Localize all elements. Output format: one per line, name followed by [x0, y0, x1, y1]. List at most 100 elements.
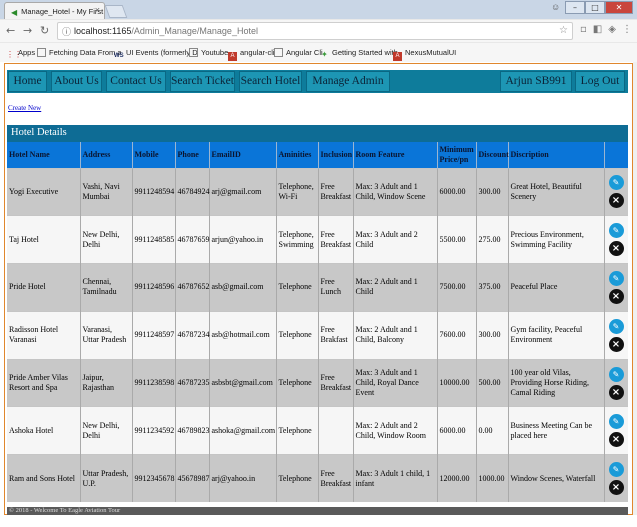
- nav-search-hotel[interactable]: Search Hotel: [239, 71, 302, 92]
- table-cell: Telephone: [276, 263, 319, 312]
- edit-icon[interactable]: ✎: [608, 414, 624, 430]
- edit-icon[interactable]: ✎: [608, 270, 624, 286]
- edit-icon[interactable]: ✎: [608, 175, 624, 191]
- nav-user-account[interactable]: Arjun SB991: [500, 71, 572, 92]
- table-cell: Max: 2 Adult and 1 Child: [353, 263, 438, 312]
- edit-icon[interactable]: ✎: [608, 462, 624, 478]
- column-header: [604, 142, 628, 168]
- row-actions: ✎ ×: [604, 454, 628, 502]
- bookmark-item[interactable]: Youtube: [189, 48, 228, 57]
- bookmark-item[interactable]: Aangular-cli: [228, 48, 275, 61]
- delete-icon[interactable]: ×: [608, 193, 624, 209]
- edit-icon[interactable]: ✎: [608, 223, 624, 239]
- nav-contact-us[interactable]: Contact Us: [106, 71, 166, 92]
- address-bar[interactable]: ⓘ localhost:1165/Admin_Manage/Manage_Hot…: [57, 22, 573, 40]
- table-cell: Ashoka Hotel: [7, 406, 81, 455]
- table-cell: 46784924: [175, 167, 210, 216]
- nav-home[interactable]: Home: [8, 71, 47, 92]
- row-actions: ✎ ×: [604, 263, 628, 312]
- extension-icon[interactable]: ◧: [593, 24, 608, 35]
- table-cell: 9911248585: [132, 215, 176, 264]
- table-cell: asb@hotmail.com: [209, 310, 277, 360]
- bookmarks-bar: ⋮⋮Apps Fetching Data From a WS UI Events …: [0, 43, 637, 62]
- row-actions: ✎ ×: [604, 406, 628, 455]
- table-cell: Max: 2 Adult and 2 Child, Window Room: [353, 406, 438, 455]
- edit-icon[interactable]: ✎: [608, 366, 624, 382]
- table-cell: Max: 3 Adult and 2 Child: [353, 215, 438, 264]
- table-cell: Max: 2 Adult and 1 Child, Balcony: [353, 310, 438, 360]
- bookmark-item[interactable]: WS UI Events (formerly D: [114, 48, 198, 61]
- column-header: Discription: [508, 142, 605, 168]
- table-cell: Free Breakfast: [318, 454, 354, 502]
- page-scrollbar[interactable]: [633, 62, 637, 515]
- extension-icon[interactable]: ◈: [608, 24, 622, 35]
- nav-search-ticket[interactable]: Search Ticket: [170, 71, 235, 92]
- table-row: Ashoka Hotel New Delhi, Delhi 9911234592 46…: [7, 406, 628, 455]
- bookmark-item[interactable]: ✦ Getting Started with: [320, 48, 398, 59]
- table-row: Radisson Hotel Varanasi Varanasi, Uttar P…: [7, 310, 628, 360]
- table-cell: Max: 3 Adult and 1 Child, Royal Dance Ev…: [353, 358, 438, 407]
- table-cell: Max: 3 Adult and 1 Child, Window Scene: [353, 167, 438, 216]
- hotel-table: Hotel Name Address Mobile Phone EmailID Amini…: [7, 142, 628, 502]
- close-tab-icon[interactable]: ×: [95, 5, 100, 15]
- bookmark-item[interactable]: A NexusMutualUI: [393, 48, 456, 61]
- table-cell: Max: 3 Adult 1 child, 1 infant: [353, 454, 438, 502]
- logout-button[interactable]: Log Out: [575, 71, 625, 92]
- delete-icon[interactable]: ×: [608, 480, 624, 496]
- column-header: Mobile: [132, 142, 176, 168]
- delete-icon[interactable]: ×: [608, 336, 624, 352]
- delete-icon[interactable]: ×: [608, 241, 624, 257]
- minimize-icon[interactable]: –: [565, 1, 585, 14]
- column-header: Inclusion: [318, 142, 354, 168]
- nav-about-us[interactable]: About Us: [51, 71, 102, 92]
- bookmark-item[interactable]: Fetching Data From a: [37, 48, 122, 57]
- menu-dots-icon[interactable]: ⋮: [622, 24, 637, 35]
- edit-icon[interactable]: ✎: [608, 318, 624, 334]
- table-cell: 6000.00: [437, 167, 477, 216]
- bookmark-star-icon[interactable]: ☆: [559, 25, 568, 36]
- table-cell: Jaipur, Rajasthan: [80, 358, 133, 407]
- table-cell: Free Brakfast: [318, 310, 354, 360]
- maximize-icon[interactable]: □: [585, 1, 605, 14]
- delete-icon[interactable]: ×: [608, 288, 624, 304]
- leaf-favicon-icon: ◀: [11, 8, 18, 17]
- bookmark-item[interactable]: Angular Cli: [274, 48, 323, 57]
- table-cell: 45678987: [175, 454, 210, 502]
- extensions-area: ▫◧◈⋮: [580, 24, 637, 35]
- table-cell: 9911248597: [132, 310, 176, 360]
- new-tab-button[interactable]: [104, 5, 128, 18]
- forward-arrow-icon[interactable]: →: [23, 24, 32, 37]
- table-cell: Telephone: [276, 310, 319, 360]
- table-row: Ram and Sons Hotel Uttar Pradesh, U.P. 991…: [7, 454, 628, 502]
- table-cell: Free Breakfast: [318, 167, 354, 216]
- table-cell: [318, 406, 354, 455]
- user-profile-icon[interactable]: ☺: [551, 2, 565, 15]
- table-cell: 9912345678: [132, 454, 176, 502]
- table-cell: 10000.00: [437, 358, 477, 407]
- browser-tab[interactable]: ◀ Manage_Hotel - My First ×: [4, 2, 105, 19]
- bookmark-apps[interactable]: ⋮⋮Apps: [6, 48, 35, 59]
- column-header: Hotel Name: [7, 142, 81, 168]
- table-cell: 100 year old Vilas, Providing Horse Ridi…: [508, 358, 605, 407]
- table-cell: 46787234: [175, 310, 210, 360]
- delete-icon[interactable]: ×: [608, 384, 624, 400]
- delete-icon[interactable]: ×: [608, 432, 624, 448]
- table-cell: Chennai, Tamilnadu: [80, 263, 133, 312]
- table-cell: asbsbt@gmail.com: [209, 358, 277, 407]
- table-row: Yogi Executive Vashi, Navi Mumbai 99112485…: [7, 167, 628, 216]
- table-cell: New Delhi, Delhi: [80, 406, 133, 455]
- table-cell: 7500.00: [437, 263, 477, 312]
- back-arrow-icon[interactable]: ←: [6, 24, 15, 37]
- info-icon[interactable]: ⓘ: [62, 25, 71, 38]
- nav-manage-admin[interactable]: Manage Admin: [306, 71, 390, 92]
- table-cell: Yogi Executive: [7, 167, 81, 216]
- extension-icon[interactable]: ▫: [580, 24, 593, 35]
- close-window-icon[interactable]: ✕: [605, 1, 633, 14]
- window-controls: – □ ✕: [565, 1, 633, 14]
- hotel-table-container: Hotel Name Address Mobile Phone EmailID Amini…: [7, 142, 628, 502]
- column-header: Address: [80, 142, 133, 168]
- table-cell: 46787652: [175, 263, 210, 312]
- reload-icon[interactable]: ↻: [40, 24, 49, 37]
- table-cell: Peaceful Place: [508, 263, 605, 312]
- create-new-link[interactable]: Create New: [8, 104, 41, 112]
